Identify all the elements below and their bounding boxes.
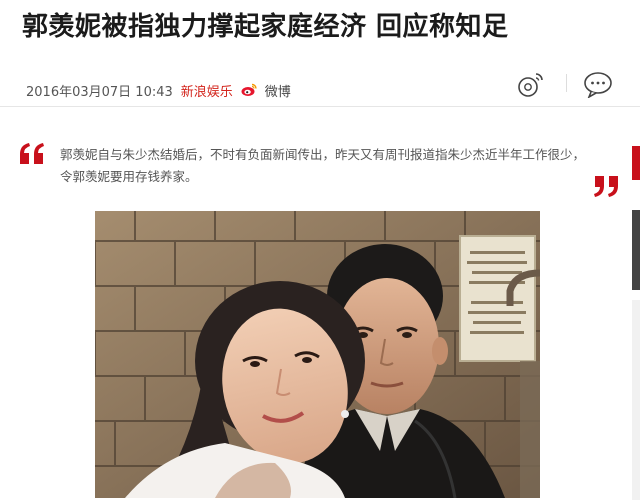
publish-date: 2016年03月07日 10:43 bbox=[26, 84, 173, 100]
weibo-logo-icon[interactable] bbox=[241, 83, 257, 97]
quote-open-icon bbox=[20, 143, 44, 164]
sidebar-edge-image bbox=[632, 210, 640, 290]
couple-photo-image bbox=[95, 211, 540, 498]
article-meta: 2016年03月07日 10:43 新浪娱乐 微博 bbox=[26, 80, 291, 100]
article-headline: 郭羡妮被指独力撑起家庭经济 回应称知足 bbox=[22, 12, 509, 42]
share-icon[interactable] bbox=[514, 70, 546, 98]
sidebar-edge-accent bbox=[632, 146, 640, 180]
icon-separator bbox=[566, 74, 567, 92]
source-link[interactable]: 新浪娱乐 bbox=[181, 81, 233, 100]
sidebar-edge-panel bbox=[632, 300, 640, 500]
article-photo[interactable] bbox=[95, 211, 540, 498]
weibo-link[interactable]: 微博 bbox=[265, 81, 291, 100]
quote-close-icon bbox=[594, 176, 618, 197]
header-divider bbox=[0, 106, 640, 107]
comment-icon[interactable] bbox=[582, 70, 614, 98]
article-summary: 郭羡妮自与朱少杰结婚后，不时有负面新闻传出，昨天又有周刊报道指朱少杰近半年工作很… bbox=[60, 147, 586, 184]
